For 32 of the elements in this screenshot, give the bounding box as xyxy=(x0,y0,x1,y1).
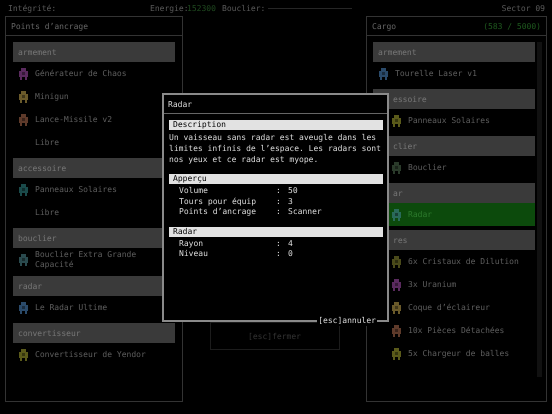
description-text: Un vaisseau sans radar est aveugle dans les limites infinis de l’espace. Les radars sont nos yeux et ce radar est myope. xyxy=(169,132,382,165)
category-header: armement xyxy=(13,42,175,62)
field-value: Scanner xyxy=(288,207,323,218)
energy-label: Energie: xyxy=(150,4,187,12)
section-header: Description xyxy=(169,120,383,130)
capacity-count: (583 / 5000) xyxy=(483,22,541,30)
sector-label: Sector 09 xyxy=(502,4,545,12)
panel-title: Points d’ancrage xyxy=(11,22,88,30)
field-label: Tours pour équip xyxy=(179,196,258,207)
shield-label: Bouclier: xyxy=(222,4,266,12)
field-separator: : xyxy=(276,249,282,260)
field-separator: : xyxy=(276,207,282,218)
integrity-label: Intégrité: xyxy=(8,4,58,12)
field-value: 0 xyxy=(288,249,294,260)
category-header: convertisseur xyxy=(13,323,175,343)
dialog-title: Radar xyxy=(168,100,192,108)
category-header: armement xyxy=(373,42,535,62)
panel-title: Cargo xyxy=(372,22,396,30)
field-value: 50 xyxy=(288,186,299,196)
energy-value: 152300 xyxy=(187,4,217,12)
field-label: Volume xyxy=(179,186,209,196)
field-label: Points d’ancrage xyxy=(179,207,258,218)
field-label: Rayon xyxy=(179,238,204,249)
field-value: 3 xyxy=(288,196,294,207)
section-header: Apperçu xyxy=(169,174,383,184)
field-separator: : xyxy=(276,238,282,249)
field-value: 4 xyxy=(288,238,294,249)
field-label: Niveau xyxy=(179,249,209,260)
section-header: Radar xyxy=(169,226,383,236)
field-separator: : xyxy=(276,196,282,207)
category-header: essoire xyxy=(373,89,535,109)
field-separator: : xyxy=(276,186,282,196)
